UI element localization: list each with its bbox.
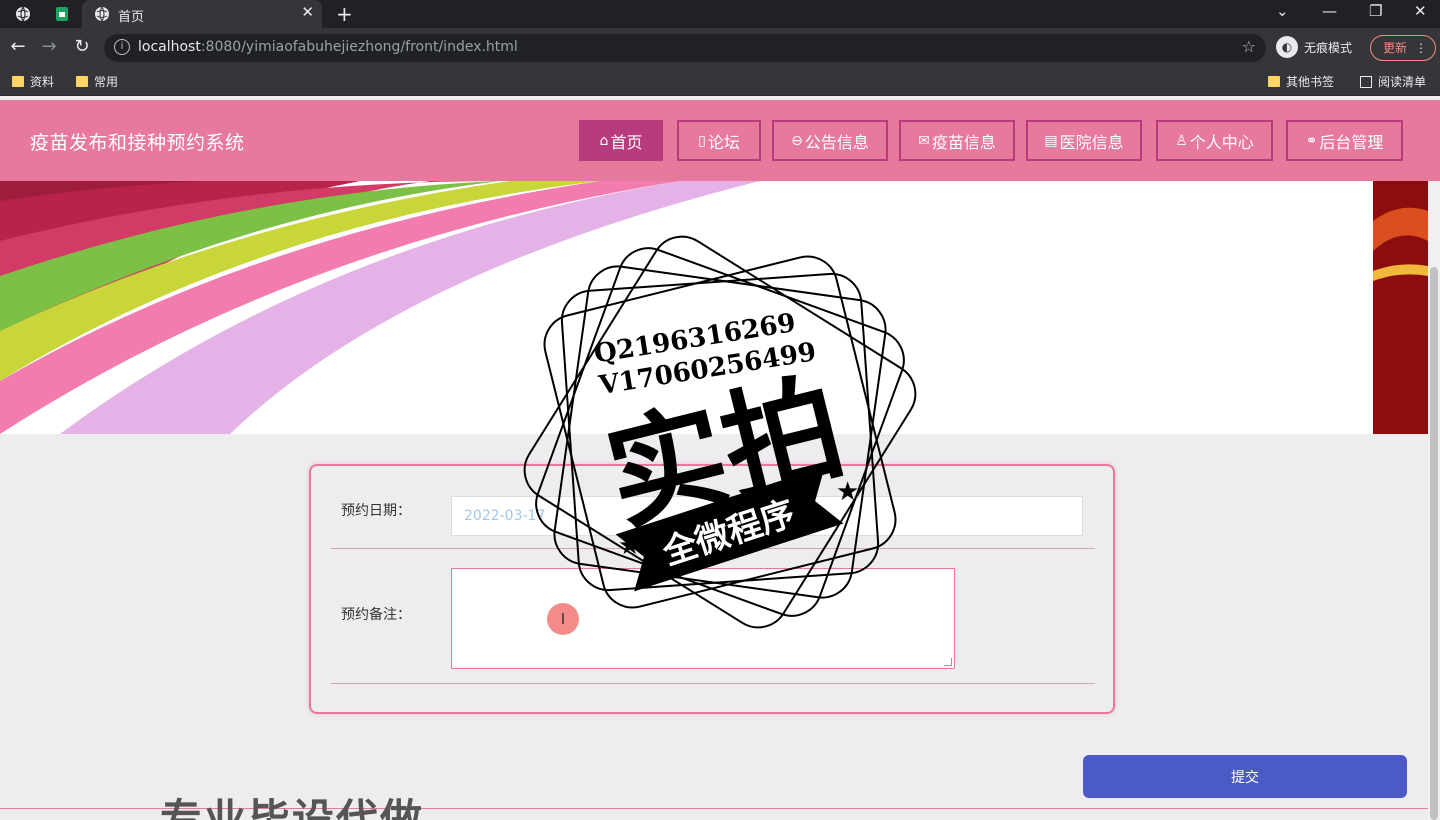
folder-icon (1268, 76, 1280, 87)
bookmark-folder-changyong[interactable]: 常用 (76, 73, 118, 90)
bookmarks-bar: 资料 常用 其他书签 阅读清单 (0, 68, 1440, 96)
watermark-stamp: Q2196316269 V17060256499 实拍 全微程序 ★ ★ (520, 232, 920, 632)
tab-title: 首页 (118, 10, 145, 25)
nav-label: 论坛 (707, 132, 740, 152)
promo-text: 专业毕设代做 (160, 795, 425, 820)
reading-list-label: 阅读清单 (1378, 75, 1427, 89)
bookmark-folder-ziliao[interactable]: 资料 (12, 73, 54, 90)
announcement-icon: ⊖ (791, 132, 803, 149)
minimize-icon[interactable]: — (1322, 2, 1337, 20)
nav-forum[interactable]: ▯ 论坛 (677, 120, 761, 161)
folder-icon (12, 76, 24, 87)
star-icon: ★ (836, 477, 859, 507)
link-icon: ⚭ (1305, 132, 1318, 149)
sheets-app-icon[interactable] (52, 4, 72, 24)
document-icon: ▤ (1044, 132, 1058, 149)
close-tab-icon[interactable]: ✕ (301, 3, 314, 21)
site-title: 疫苗发布和接种预约系统 (30, 132, 245, 154)
nav-label: 后台管理 (1319, 132, 1384, 152)
date-label: 预约日期： (341, 503, 411, 519)
star-icon: ★ (618, 531, 641, 561)
incognito-indicator[interactable]: ◐ 无痕模式 (1276, 36, 1352, 58)
user-icon: ♙ (1175, 132, 1188, 149)
page-scrollbar[interactable] (1428, 181, 1440, 820)
nav-home[interactable]: ⌂ 首页 (579, 120, 663, 161)
incognito-icon: ◐ (1276, 36, 1298, 58)
bookmark-star-icon[interactable]: ☆ (1242, 37, 1256, 56)
divider (331, 683, 1095, 684)
globe-icon (92, 4, 112, 24)
browser-toolbar: ← → ↻ i localhost:8080/yimiaofabuhejiezh… (0, 28, 1440, 68)
bookmark-label: 常用 (94, 75, 119, 89)
nav-hospitals[interactable]: ▤ 医院信息 (1026, 120, 1142, 161)
reading-list-icon (1360, 75, 1372, 88)
site-header: 疫苗发布和接种预约系统 ⌂ 首页 ▯ 论坛 ⊖ 公告信息 ✉ 疫苗信息 ▤ 医院… (0, 100, 1440, 181)
note-label: 预约备注： (341, 607, 411, 623)
globe-icon[interactable] (13, 4, 33, 24)
nav-announcements[interactable]: ⊖ 公告信息 (772, 120, 888, 161)
incognito-label: 无痕模式 (1304, 40, 1353, 55)
nav-label: 首页 (610, 132, 643, 152)
note-icon: ▯ (698, 132, 706, 149)
browser-tab-bar: 首页 ✕ + ⌄ — ❐ ✕ (0, 0, 1440, 28)
other-bookmarks[interactable]: 其他书签 (1268, 73, 1334, 90)
more-menu-icon[interactable]: ⋮ (1415, 36, 1427, 60)
resize-handle[interactable] (944, 658, 952, 666)
nav-label: 个人中心 (1189, 132, 1254, 152)
nav-label: 公告信息 (804, 132, 869, 152)
close-window-icon[interactable]: ✕ (1414, 2, 1427, 20)
submit-button[interactable]: 提交 (1083, 755, 1407, 798)
nav-label: 疫苗信息 (931, 132, 996, 152)
back-icon[interactable]: ← (6, 36, 30, 57)
active-tab[interactable]: 首页 ✕ (82, 0, 322, 28)
url-text[interactable]: localhost:8080/yimiaofabuhejiezhong/fron… (138, 39, 518, 55)
other-bookmarks-label: 其他书签 (1286, 75, 1335, 89)
nav-vaccines[interactable]: ✉ 疫苗信息 (899, 120, 1015, 161)
reading-list[interactable]: 阅读清单 (1360, 73, 1426, 90)
home-icon: ⌂ (599, 132, 609, 149)
site-info-icon[interactable]: i (114, 39, 130, 55)
folder-icon (76, 76, 88, 87)
bookmark-label: 资料 (30, 75, 55, 89)
update-label: 更新 (1383, 41, 1408, 55)
nav-admin[interactable]: ⚭ 后台管理 (1286, 120, 1403, 161)
forward-icon[interactable]: → (37, 36, 61, 57)
mail-icon: ✉ (918, 132, 930, 149)
scrollbar-thumb[interactable] (1430, 267, 1438, 820)
nav-profile[interactable]: ♙ 个人中心 (1156, 120, 1273, 161)
nav-label: 医院信息 (1059, 132, 1124, 152)
update-button[interactable]: 更新 ⋮ (1370, 35, 1436, 61)
address-bar[interactable]: i localhost:8080/yimiaofabuhejiezhong/fr… (104, 34, 1266, 62)
reload-icon[interactable]: ↻ (70, 36, 94, 57)
restore-icon[interactable]: ❐ (1369, 2, 1382, 20)
new-tab-icon[interactable]: + (336, 2, 353, 26)
tab-search-icon[interactable]: ⌄ (1276, 2, 1289, 20)
